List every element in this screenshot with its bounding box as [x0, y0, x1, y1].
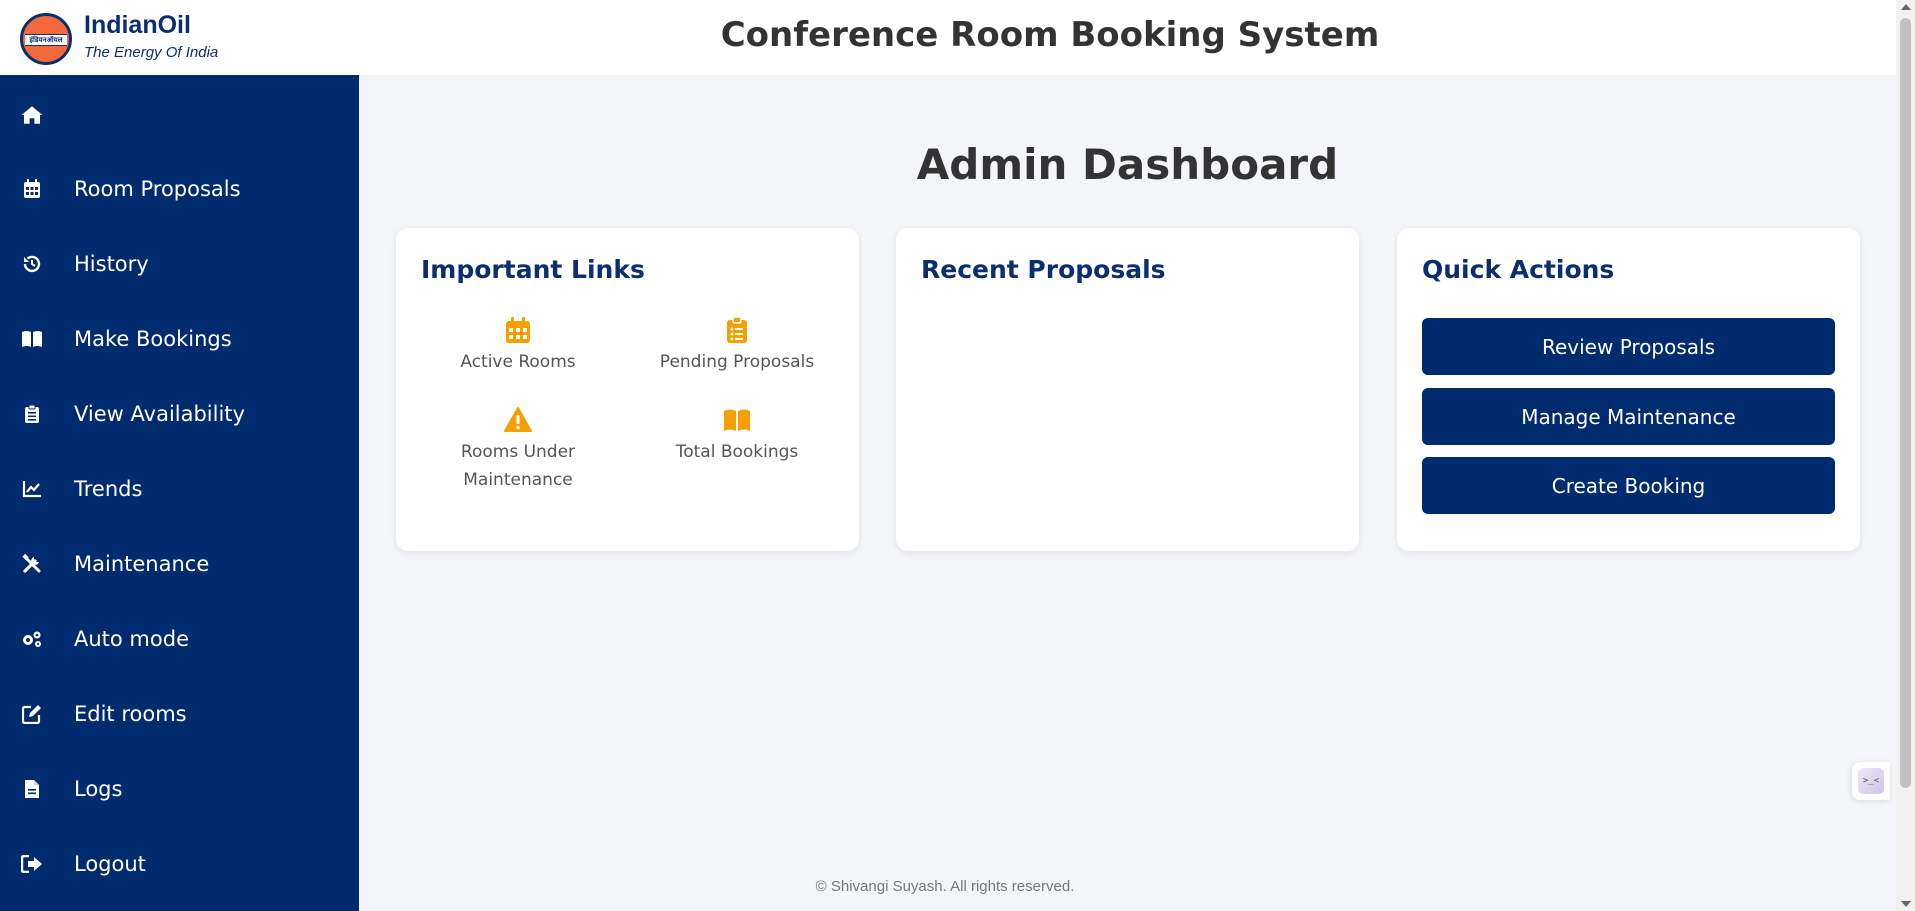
footer-copyright: © Shivangi Suyash. All rights reserved. — [815, 878, 1075, 895]
calendar-icon — [20, 177, 44, 201]
sidebar-item-auto-mode[interactable]: Auto mode — [0, 611, 359, 667]
warning-icon — [504, 407, 532, 432]
chart-line-icon — [20, 477, 44, 501]
sidebar-item-home[interactable] — [0, 87, 359, 143]
scroll-down-arrow-icon[interactable] — [1901, 901, 1911, 907]
sign-out-icon — [20, 852, 44, 876]
top-header: इंडियनऑयल IndianOil The Energy Of India … — [0, 0, 1896, 75]
scrollbar-thumb[interactable] — [1900, 18, 1911, 788]
scroll-up-arrow-icon[interactable] — [1901, 4, 1911, 10]
link-pending-proposals[interactable]: Pending Proposals — [637, 316, 837, 376]
link-total-bookings[interactable]: Total Bookings — [637, 406, 837, 466]
sidebar-item-trends[interactable]: Trends — [0, 461, 359, 517]
link-active-rooms[interactable]: Active Rooms — [418, 316, 618, 376]
recent-proposals-card: Recent Proposals — [896, 228, 1359, 551]
brand-tagline: The Energy Of India — [84, 44, 219, 61]
sidebar-item-label: Edit rooms — [74, 702, 187, 726]
calendar-icon — [506, 317, 530, 343]
page-title: Admin Dashboard — [916, 140, 1339, 189]
logo-text: इंडियनऑयल — [29, 36, 63, 44]
home-icon — [20, 103, 44, 127]
card-title: Important Links — [421, 255, 645, 284]
card-title: Quick Actions — [1422, 255, 1615, 284]
manage-maintenance-button[interactable]: Manage Maintenance — [1422, 388, 1835, 445]
edit-icon — [20, 702, 44, 726]
link-rooms-under-maintenance[interactable]: Rooms Under Maintenance — [418, 406, 618, 494]
assistant-widget-icon: >_< — [1858, 768, 1884, 794]
sidebar-item-label: Room Proposals — [74, 177, 241, 201]
sidebar-item-history[interactable]: History — [0, 236, 359, 292]
gears-icon — [20, 627, 44, 651]
sidebar-item-label: Maintenance — [74, 552, 210, 576]
sidebar-item-label: Logout — [74, 852, 146, 876]
link-label: Maintenance — [463, 470, 573, 490]
sidebar-item-label: History — [74, 252, 149, 276]
brand-name: IndianOil — [84, 11, 191, 39]
sidebar: Room Proposals History Make Bookings Vie… — [0, 75, 359, 911]
book-icon — [20, 327, 44, 351]
sidebar-item-maintenance[interactable]: Maintenance — [0, 536, 359, 592]
link-label: Rooms Under — [460, 442, 576, 462]
book-open-icon — [724, 409, 750, 431]
sidebar-item-label: Auto mode — [74, 627, 189, 651]
brand-logo[interactable]: इंडियनऑयल IndianOil The Energy Of India — [20, 8, 218, 65]
sidebar-item-view-availability[interactable]: View Availability — [0, 386, 359, 442]
sidebar-item-label: Trends — [74, 477, 143, 501]
quick-actions-card: Quick Actions Review Proposals Manage Ma… — [1397, 228, 1860, 551]
clipboard-list-icon — [727, 316, 747, 343]
sidebar-item-logs[interactable]: Logs — [0, 761, 359, 817]
link-label: Total Bookings — [675, 442, 799, 462]
sidebar-item-label: Logs — [74, 777, 123, 801]
app-title: Conference Room Booking System — [720, 15, 1380, 55]
indianoil-logo-icon: इंडियनऑयल — [20, 13, 72, 65]
vertical-scrollbar[interactable] — [1896, 0, 1915, 911]
link-label: Active Rooms — [460, 352, 576, 372]
important-links-card: Important Links Active Rooms Pending Pro… — [396, 228, 859, 551]
assistant-widget[interactable]: >_< — [1852, 762, 1890, 800]
sidebar-item-edit-rooms[interactable]: Edit rooms — [0, 686, 359, 742]
sidebar-item-label: Make Bookings — [74, 327, 232, 351]
create-booking-button[interactable]: Create Booking — [1422, 457, 1835, 514]
sidebar-item-make-bookings[interactable]: Make Bookings — [0, 311, 359, 367]
link-label: Pending Proposals — [659, 352, 815, 372]
tools-icon — [20, 552, 44, 576]
file-icon — [20, 777, 44, 801]
clipboard-icon — [20, 402, 44, 426]
history-icon — [20, 252, 44, 276]
review-proposals-button[interactable]: Review Proposals — [1422, 318, 1835, 375]
card-title: Recent Proposals — [921, 255, 1166, 284]
sidebar-item-room-proposals[interactable]: Room Proposals — [0, 161, 359, 217]
sidebar-item-logout[interactable]: Logout — [0, 836, 359, 892]
sidebar-item-label: View Availability — [74, 402, 245, 426]
